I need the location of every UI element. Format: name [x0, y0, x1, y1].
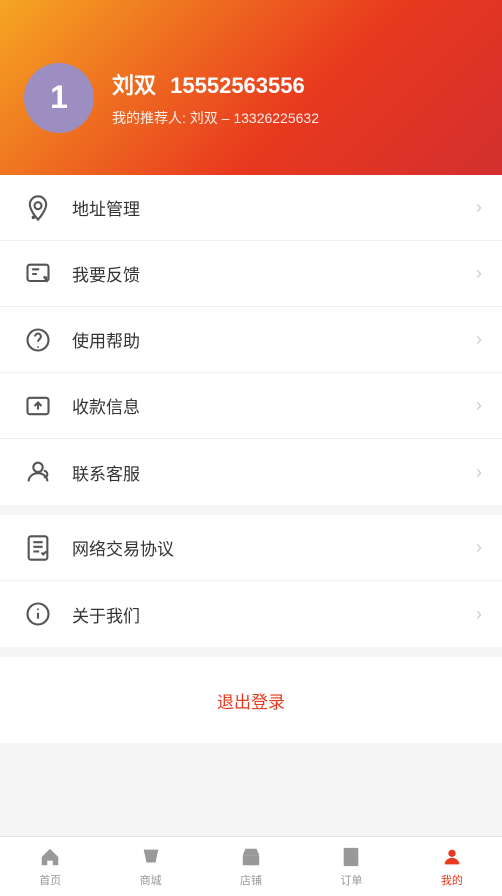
logout-button[interactable]: 退出登录	[18, 675, 484, 725]
nav-item-orders[interactable]: 订单	[301, 837, 401, 896]
menu-item-address[interactable]: 地址管理 ›	[0, 175, 502, 241]
feedback-icon	[20, 256, 56, 292]
menu-item-help[interactable]: 使用帮助 ›	[0, 307, 502, 373]
menu-item-service[interactable]: 联系客服 ›	[0, 439, 502, 505]
nav-label-shop: 商城	[140, 872, 162, 888]
user-name-phone: 刘双 15552563556	[112, 68, 319, 100]
payment-label: 收款信息	[72, 393, 476, 418]
service-label: 联系客服	[72, 460, 476, 485]
profile-header: 1 刘双 15552563556 我的推荐人: 刘双 – 13326225632	[0, 0, 502, 175]
arrow-icon: ›	[476, 537, 482, 558]
about-icon	[20, 596, 56, 632]
menu-item-payment[interactable]: 收款信息 ›	[0, 373, 502, 439]
arrow-icon: ›	[476, 329, 482, 350]
arrow-icon: ›	[476, 462, 482, 483]
nav-item-store[interactable]: 店铺	[201, 837, 301, 896]
service-icon	[20, 454, 56, 490]
arrow-icon: ›	[476, 197, 482, 218]
nav-item-shop[interactable]: 商城	[100, 837, 200, 896]
menu-container: 地址管理 › 我要反馈 › 使用帮助	[0, 175, 502, 813]
user-referrer: 我的推荐人: 刘双 – 13326225632	[112, 108, 319, 128]
menu-item-feedback[interactable]: 我要反馈 ›	[0, 241, 502, 307]
agreement-label: 网络交易协议	[72, 535, 476, 560]
menu-section-1: 地址管理 › 我要反馈 › 使用帮助	[0, 175, 502, 505]
logout-section: 退出登录	[0, 657, 502, 743]
avatar-text: 1	[50, 79, 68, 116]
help-icon	[20, 322, 56, 358]
user-name: 刘双	[112, 73, 156, 98]
user-info: 刘双 15552563556 我的推荐人: 刘双 – 13326225632	[112, 68, 319, 128]
orders-icon	[339, 845, 363, 869]
nav-label-store: 店铺	[240, 872, 262, 888]
arrow-icon: ›	[476, 604, 482, 625]
feedback-label: 我要反馈	[72, 261, 476, 286]
user-phone: 15552563556	[170, 73, 305, 98]
help-label: 使用帮助	[72, 327, 476, 352]
arrow-icon: ›	[476, 263, 482, 284]
about-label: 关于我们	[72, 602, 476, 627]
nav-item-home[interactable]: 首页	[0, 837, 100, 896]
home-icon	[38, 845, 62, 869]
bottom-nav: 首页 商城 店铺 订单	[0, 836, 502, 896]
payment-icon	[20, 388, 56, 424]
menu-item-about[interactable]: 关于我们 ›	[0, 581, 502, 647]
location-icon	[20, 190, 56, 226]
arrow-icon: ›	[476, 395, 482, 416]
agreement-icon	[20, 530, 56, 566]
menu-section-2: 网络交易协议 › 关于我们 ›	[0, 515, 502, 647]
avatar: 1	[24, 63, 94, 133]
nav-label-home: 首页	[39, 872, 61, 888]
menu-item-agreement[interactable]: 网络交易协议 ›	[0, 515, 502, 581]
store-icon	[239, 845, 263, 869]
mine-icon	[440, 845, 464, 869]
address-label: 地址管理	[72, 195, 476, 220]
nav-label-mine: 我的	[441, 872, 463, 888]
nav-item-mine[interactable]: 我的	[402, 837, 502, 896]
nav-label-orders: 订单	[340, 872, 362, 888]
shop-icon	[139, 845, 163, 869]
